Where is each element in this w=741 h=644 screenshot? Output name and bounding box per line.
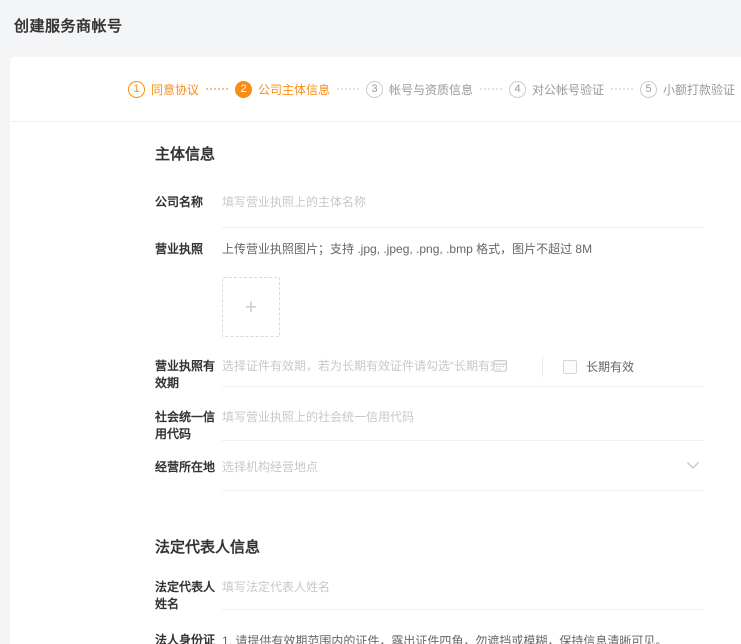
field-row-company-name: 公司名称 <box>155 193 704 228</box>
stepper: 1 同意协议 2 公司主体信息 3 帐号与资质信息 4 对公帐号验证 5 小额打… <box>10 57 741 122</box>
section-title-entity-info: 主体信息 <box>155 143 704 163</box>
step-connector-3-4 <box>480 88 502 90</box>
business-location-input[interactable] <box>222 458 678 476</box>
step-1-circle: 1 <box>128 81 145 98</box>
step-account-qualification-info[interactable]: 3 帐号与资质信息 <box>366 81 473 98</box>
step-agree-agreement[interactable]: 1 同意协议 <box>128 81 199 98</box>
step-3-circle: 3 <box>366 81 383 98</box>
plus-icon: + <box>245 297 257 318</box>
company-name-input[interactable] <box>222 193 704 211</box>
field-row-license-validity: 营业执照有效期 <box>155 357 704 392</box>
business-location-label: 经营所在地 <box>155 458 217 476</box>
step-company-entity-info[interactable]: 2 公司主体信息 <box>235 81 330 98</box>
field-row-credit-code: 社会统一信用代码 <box>155 408 704 443</box>
long-term-valid-option: 长期有效 <box>563 358 634 375</box>
business-license-label: 营业执照 <box>155 240 217 258</box>
rep-name-label: 法定代表人姓名 <box>155 578 217 613</box>
credit-code-label: 社会统一信用代码 <box>155 408 217 443</box>
company-name-field <box>222 193 704 228</box>
step-1-label: 同意协议 <box>151 81 199 98</box>
step-connector-2-3 <box>337 88 359 90</box>
create-service-provider-account-page: 创建服务商帐号 1 同意协议 2 公司主体信息 3 帐号与资质信息 4 对公帐号… <box>0 0 741 644</box>
step-corporate-account-verify[interactable]: 4 对公帐号验证 <box>509 81 604 98</box>
company-name-label: 公司名称 <box>155 193 217 211</box>
step-2-circle: 2 <box>235 81 252 98</box>
page-title: 创建服务商帐号 <box>14 15 123 36</box>
form-card: 1 同意协议 2 公司主体信息 3 帐号与资质信息 4 对公帐号验证 5 小额打… <box>10 57 741 644</box>
rep-name-input[interactable] <box>222 578 704 596</box>
credit-code-input[interactable] <box>222 408 704 426</box>
step-3-label: 帐号与资质信息 <box>389 81 473 98</box>
id-photo-field: 1. 请提供有效期范围内的证件，露出证件四角，勿遮挡或模糊，保持信息清晰可见。 … <box>222 631 704 644</box>
business-location-select[interactable] <box>222 458 704 491</box>
field-row-id-photo: 法人身份证照片 1. 请提供有效期范围内的证件，露出证件四角，勿遮挡或模糊，保持… <box>155 631 704 644</box>
rep-name-field <box>222 578 704 610</box>
business-license-hint: 上传营业执照图片；支持 .jpg, .jpeg, .png, .bmp 格式，图… <box>222 240 704 258</box>
id-photo-hint-1: 1. 请提供有效期范围内的证件，露出证件四角，勿遮挡或模糊，保持信息清晰可见。 <box>222 631 704 644</box>
step-small-payment-verify[interactable]: 5 小额打款验证 <box>640 81 735 98</box>
long-term-valid-checkbox[interactable] <box>563 360 577 374</box>
license-validity-label: 营业执照有效期 <box>155 357 217 392</box>
field-row-business-license: 营业执照 上传营业执照图片；支持 .jpg, .jpeg, .png, .bmp… <box>155 240 704 337</box>
step-5-circle: 5 <box>640 81 657 98</box>
step-connector-1-2 <box>206 88 228 90</box>
validity-date-picker[interactable] <box>222 357 507 375</box>
business-license-field: 上传营业执照图片；支持 .jpg, .jpeg, .png, .bmp 格式，图… <box>222 240 704 337</box>
step-4-circle: 4 <box>509 81 526 98</box>
license-validity-field: 长期有效 <box>222 357 704 387</box>
upload-business-license-button[interactable]: + <box>222 277 280 337</box>
validity-date-input[interactable] <box>222 357 493 375</box>
field-row-rep-name: 法定代表人姓名 <box>155 578 704 613</box>
step-5-label: 小额打款验证 <box>663 81 735 98</box>
long-term-valid-label: 长期有效 <box>586 358 634 375</box>
form-body: 主体信息 公司名称 营业执照 上传营业执照图片；支持 .jpg, .jpeg, … <box>10 122 741 644</box>
step-4-label: 对公帐号验证 <box>532 81 604 98</box>
field-row-business-location: 经营所在地 <box>155 458 704 491</box>
section-title-legal-rep-info: 法定代表人信息 <box>155 536 704 556</box>
vertical-divider <box>542 357 543 377</box>
step-connector-4-5 <box>611 88 633 90</box>
credit-code-field <box>222 408 704 441</box>
chevron-down-icon[interactable] <box>686 461 700 470</box>
step-2-label: 公司主体信息 <box>258 81 330 98</box>
calendar-icon[interactable] <box>493 358 507 373</box>
id-photo-label: 法人身份证照片 <box>155 631 217 644</box>
